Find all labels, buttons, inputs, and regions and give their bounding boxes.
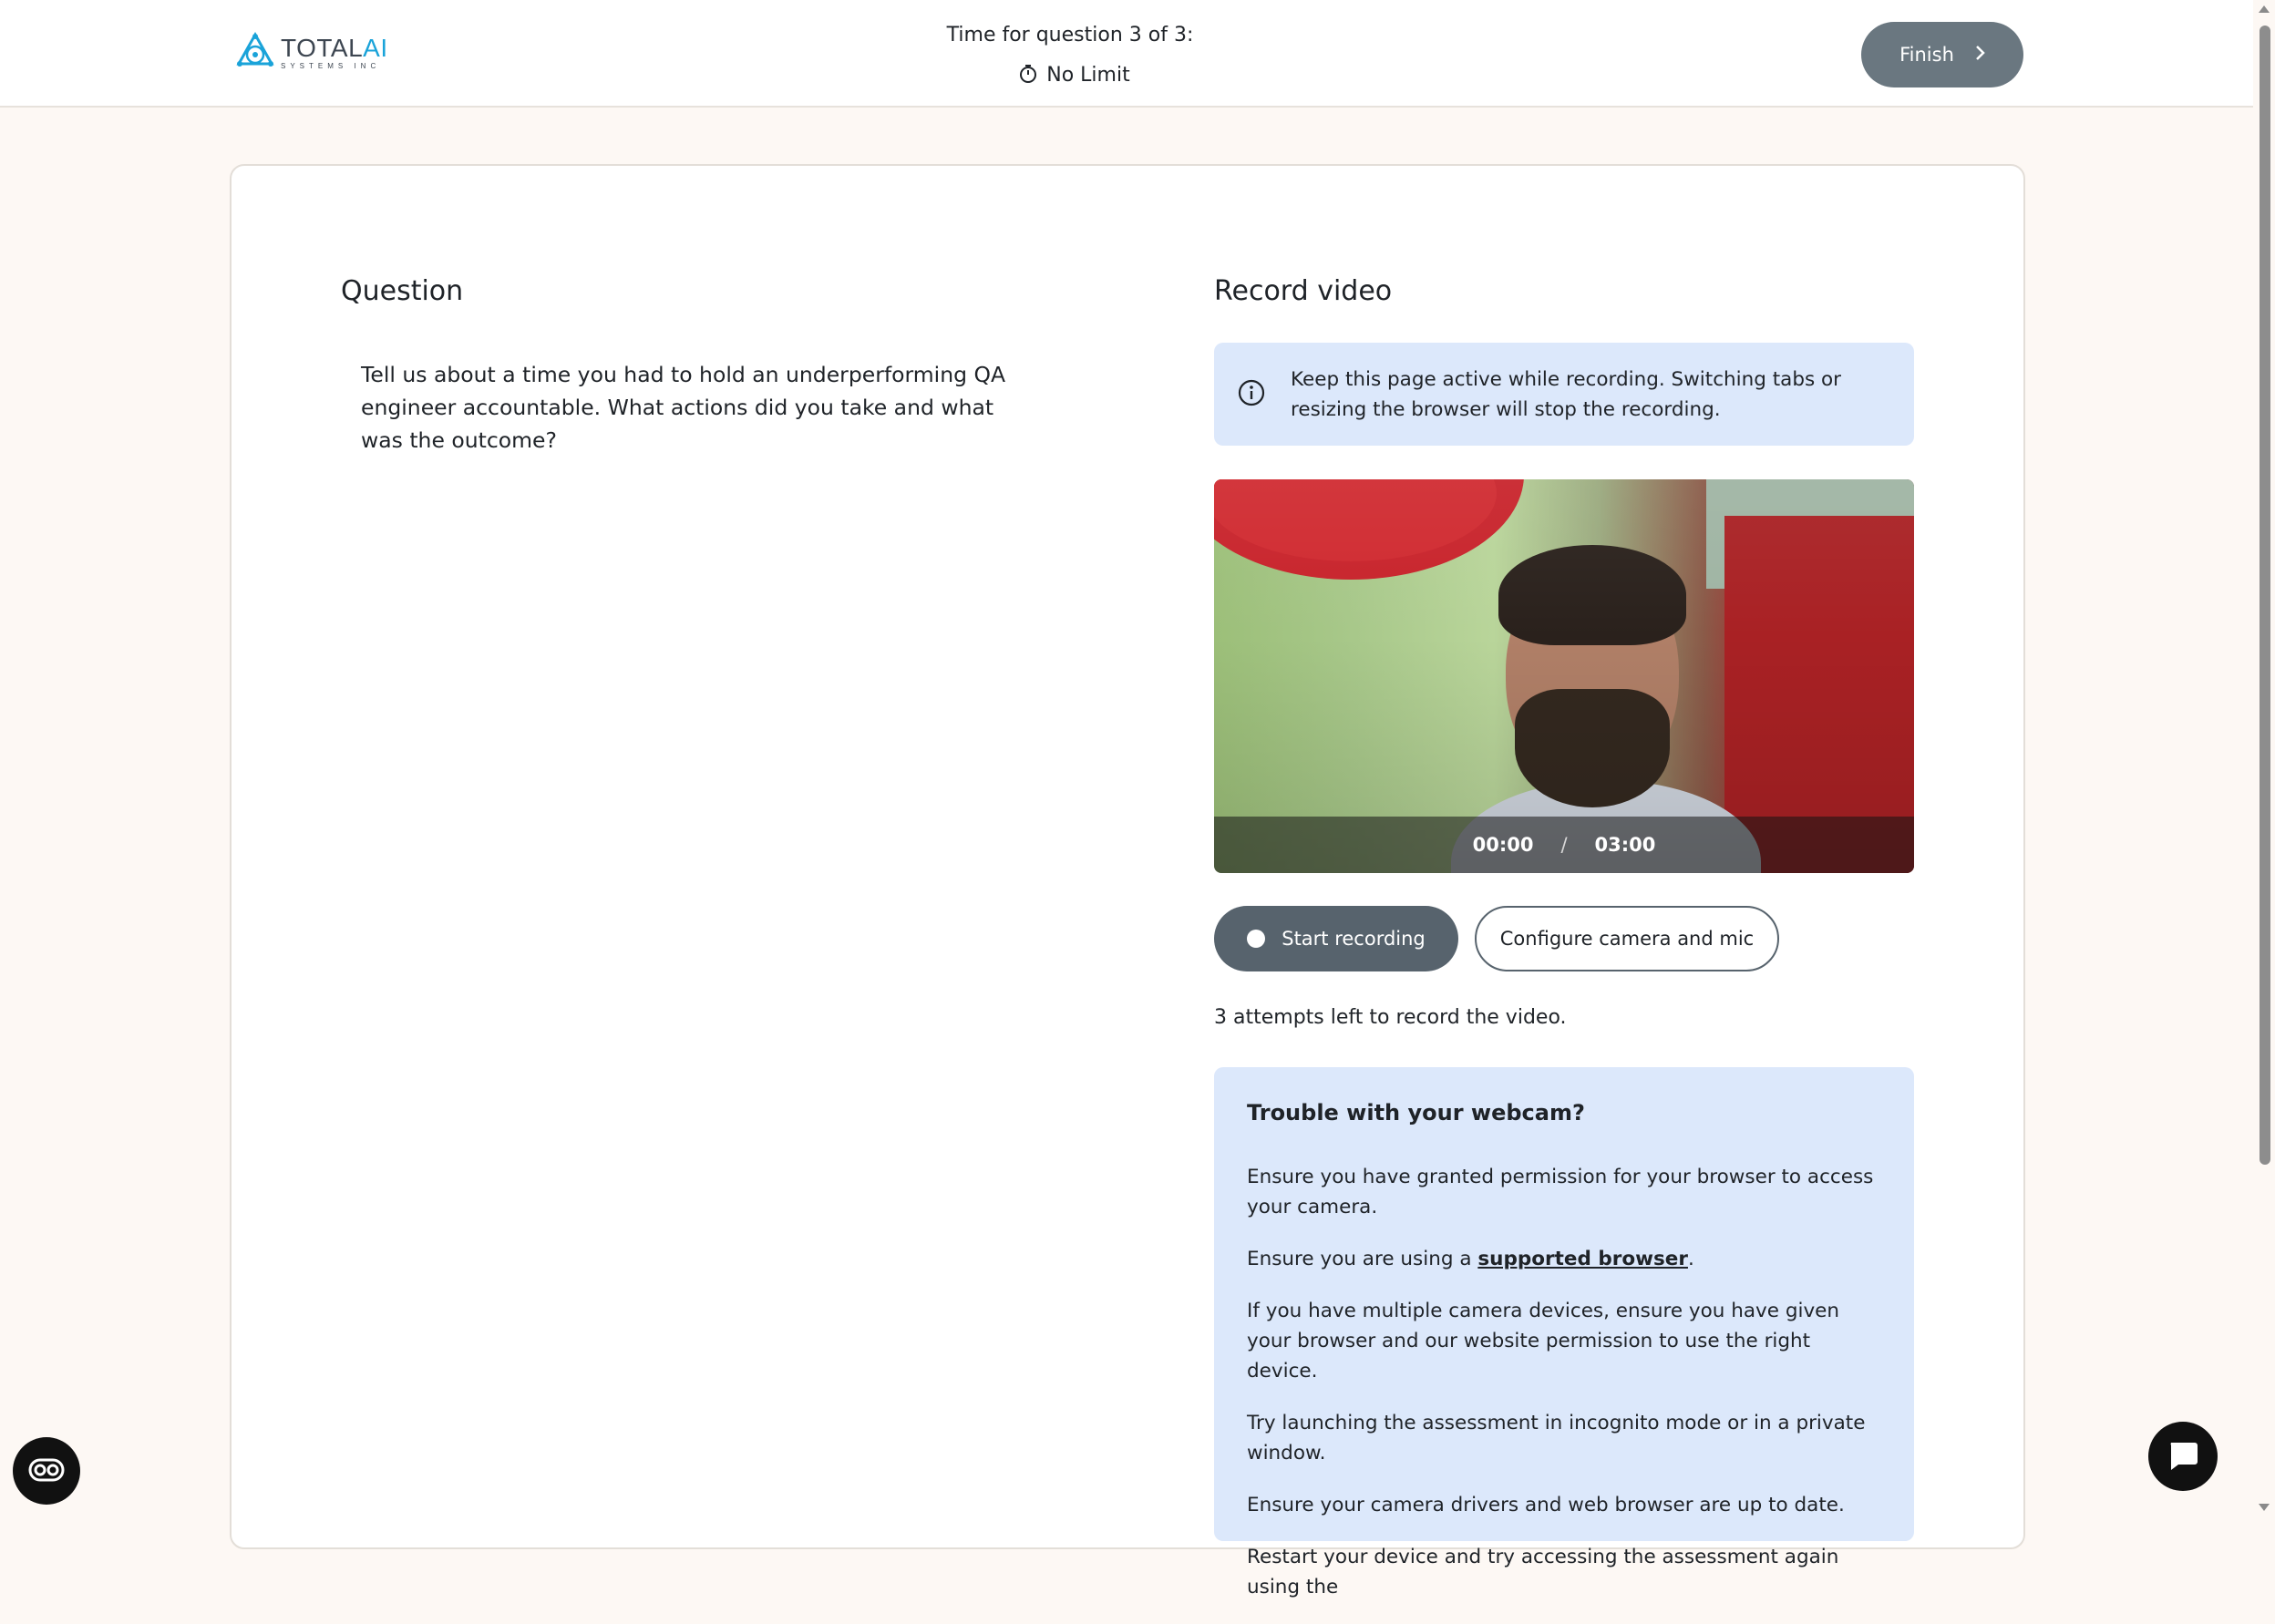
webcam-preview: 00:00 / 03:00 (1214, 479, 1914, 873)
start-recording-label: Start recording (1282, 928, 1426, 950)
accessibility-button[interactable] (13, 1437, 80, 1505)
record-video-heading: Record video (1214, 275, 1393, 307)
question-heading: Question (341, 275, 464, 307)
supported-browser-link[interactable]: supported browser (1477, 1248, 1688, 1270)
chevron-right-icon (1974, 44, 1985, 66)
scroll-down-arrow-icon[interactable] (2259, 1504, 2270, 1511)
question-timer-title: Time for question 3 of 3: (946, 24, 1194, 46)
info-icon (1238, 379, 1265, 410)
attempts-left-text: 3 attempts left to record the video. (1214, 1006, 1567, 1029)
record-dot-icon (1247, 930, 1266, 948)
accessibility-icon (28, 1458, 65, 1485)
top-header: TOTALAI SYSTEMS INC Time for question 3 … (0, 0, 2253, 108)
list-item: Ensure your camera drivers and web brows… (1247, 1494, 1845, 1516)
info-text: Keep this page active while recording. S… (1291, 368, 1842, 421)
time-current: 00:00 (1472, 834, 1534, 856)
recording-info-banner: Keep this page active while recording. S… (1214, 343, 1914, 446)
finish-button[interactable]: Finish (1861, 22, 2023, 87)
scroll-up-arrow-icon[interactable] (2259, 5, 2270, 13)
time-separator: / (1560, 834, 1568, 856)
list-item: If you have multiple camera devices, ens… (1247, 1300, 1840, 1382)
finish-label: Finish (1899, 44, 1954, 66)
scrollbar-thumb[interactable] (2260, 26, 2270, 1165)
start-recording-button[interactable]: Start recording (1214, 906, 1458, 971)
timer-limit-text: No Limit (1046, 64, 1130, 87)
list-item: Try launching the assessment in incognit… (1247, 1412, 1866, 1465)
webcam-troubleshooting-panel: Trouble with your webcam? Ensure you hav… (1214, 1067, 1914, 1598)
chat-button[interactable] (2148, 1422, 2218, 1491)
list-item: Ensure you are using a supported browser… (1247, 1248, 1694, 1270)
troubleshooting-title: Trouble with your webcam? (1247, 1100, 1585, 1125)
question-timer-limit: No Limit (0, 64, 2149, 89)
stopwatch-icon (1019, 64, 1037, 89)
troubleshooting-list: Ensure you have granted permission for y… (1247, 1162, 1885, 1624)
question-text: Tell us about a time you had to hold an … (361, 362, 1006, 453)
chat-icon (2166, 1438, 2200, 1475)
list-item: Ensure you have granted permission for y… (1247, 1166, 1874, 1218)
video-time-bar: 00:00 / 03:00 (1214, 817, 1914, 873)
list-item: Restart your device and try accessing th… (1247, 1546, 1839, 1598)
time-total: 03:00 (1594, 834, 1656, 856)
configure-camera-mic-button[interactable]: Configure camera and mic (1475, 906, 1779, 971)
